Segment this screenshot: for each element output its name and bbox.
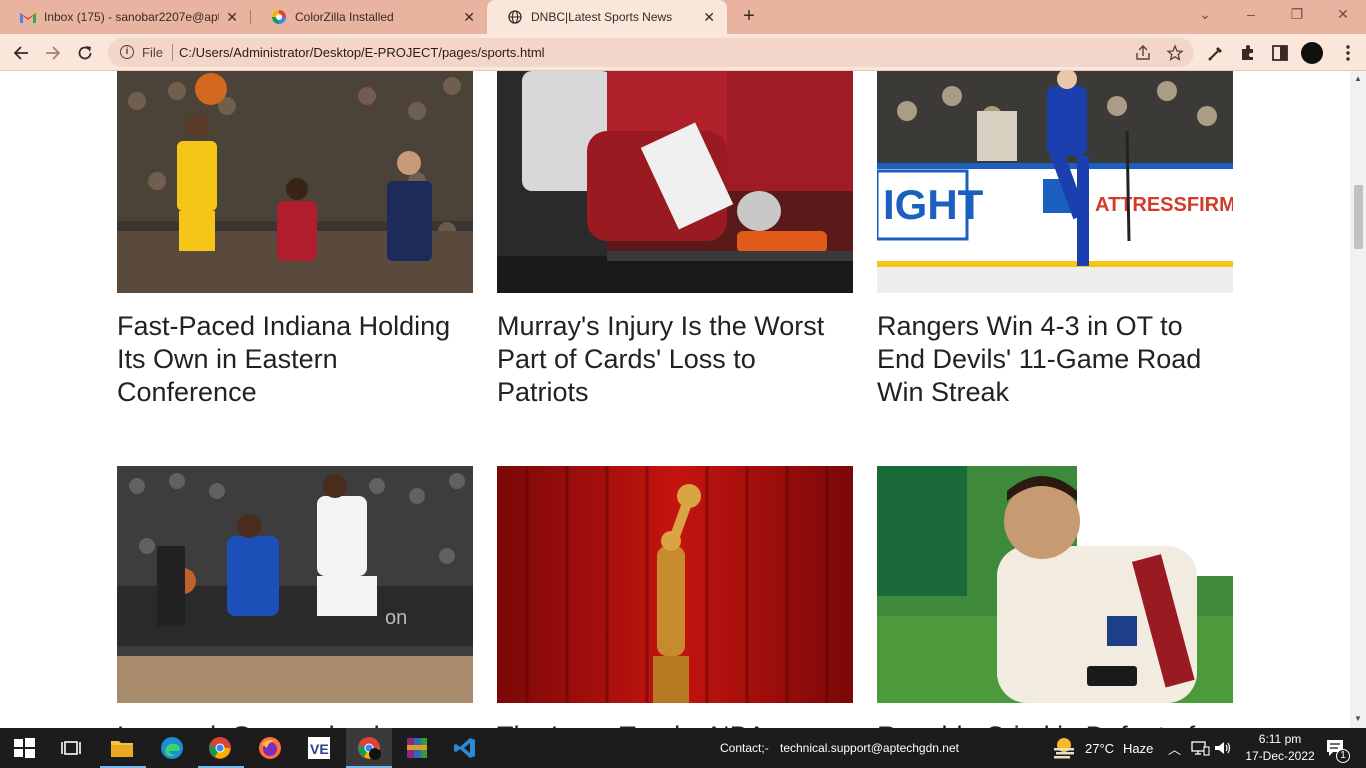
windows-taskbar: VE Contact;- technical.support@aptechgdn…: [0, 728, 1366, 768]
show-hidden-icons-icon[interactable]: ︿: [1168, 739, 1181, 758]
scrollbar-thumb[interactable]: [1354, 185, 1363, 249]
contact-email[interactable]: technical.support@aptechgdn.net: [780, 741, 959, 755]
windows-start-icon[interactable]: [12, 736, 36, 760]
article-card[interactable]: The Larry Trophy NBA: [497, 466, 853, 728]
article-title[interactable]: Rangers Win 4-3 in OT to End Devils' 11-…: [877, 310, 1233, 409]
svg-text:ATTRESSFIRM: ATTRESSFIRM: [1095, 194, 1233, 216]
scroll-up-icon[interactable]: ▲: [1354, 74, 1362, 83]
football-cardinals-injury-photo[interactable]: [497, 71, 853, 293]
notification-count-badge: 1: [1336, 749, 1350, 763]
weather-description[interactable]: Haze: [1123, 741, 1153, 756]
basketball-pacers-wizards-photo[interactable]: [117, 71, 473, 293]
article-card[interactable]: Ronaldo Cried in Defeat of: [877, 466, 1233, 728]
contact-label: Contact;-: [720, 741, 769, 755]
clock-time[interactable]: 6:11 pm: [1250, 732, 1310, 746]
tab-search-icon[interactable]: ⌄: [1195, 6, 1215, 23]
svg-text:VE: VE: [310, 741, 329, 757]
side-panel-icon[interactable]: [1270, 43, 1290, 63]
page-viewport: Fast-Paced Indiana Holding Its Own in Ea…: [0, 71, 1350, 728]
tab-title: Inbox (175) - sanobar2207e@aptech: [44, 10, 219, 24]
eyedropper-icon[interactable]: [1206, 43, 1226, 63]
tab-sports-news[interactable]: DNBC|Latest Sports News ✕: [487, 0, 727, 34]
extensions-puzzle-icon[interactable]: [1238, 43, 1258, 63]
tab-colorzilla[interactable]: ColorZilla Installed ✕: [251, 0, 487, 34]
winrar-icon[interactable]: [405, 736, 429, 760]
tab-title: ColorZilla Installed: [295, 10, 394, 24]
hockey-rangers-celebration-photo[interactable]: IGHT ATTRESSFIRM: [877, 71, 1233, 293]
minimize-icon[interactable]: –: [1241, 6, 1261, 22]
weather-haze-icon[interactable]: [1052, 736, 1076, 760]
new-tab-icon[interactable]: +: [738, 6, 760, 26]
svg-text:on: on: [385, 607, 407, 629]
article-title[interactable]: Murray's Injury Is the Worst Part of Car…: [497, 310, 853, 409]
address-divider: [172, 44, 173, 61]
article-card[interactable]: IGHT ATTRESSFIRM Rangers Win 4-3 in OT t…: [877, 71, 1233, 409]
article-title[interactable]: Leonard, George lead: [117, 720, 473, 728]
article-title[interactable]: The Larry Trophy NBA: [497, 720, 853, 728]
colorzilla-icon: [271, 9, 287, 25]
volume-icon[interactable]: [1213, 738, 1233, 758]
scheme-label: File: [142, 45, 163, 60]
restore-icon[interactable]: ❐: [1287, 6, 1307, 23]
back-icon[interactable]: [10, 42, 32, 64]
tab-title: DNBC|Latest Sports News: [531, 10, 673, 24]
globe-icon: [507, 9, 523, 25]
chrome-colorzilla-icon[interactable]: [357, 736, 381, 760]
menu-kebab-icon[interactable]: [1338, 43, 1358, 63]
vscode-icon[interactable]: [453, 736, 477, 760]
url-text[interactable]: C:/Users/Administrator/Desktop/E-PROJECT…: [179, 45, 545, 60]
forward-icon[interactable]: [42, 42, 64, 64]
svg-text:IGHT: IGHT: [883, 181, 984, 228]
gmail-icon: [20, 9, 36, 25]
edge-icon[interactable]: [160, 736, 184, 760]
browser-toolbar: i File C:/Users/Administrator/Desktop/E-…: [0, 34, 1366, 71]
file-explorer-icon[interactable]: [110, 736, 134, 760]
bookmark-star-icon[interactable]: [1166, 44, 1184, 62]
clock-date[interactable]: 17-Dec-2022: [1240, 749, 1320, 763]
reload-icon[interactable]: [74, 42, 96, 64]
chrome-icon[interactable]: [208, 736, 232, 760]
close-window-icon[interactable]: ✕: [1333, 6, 1353, 23]
weather-temperature[interactable]: 27°C: [1085, 741, 1114, 756]
article-title[interactable]: Ronaldo Cried in Defeat of: [877, 720, 1233, 728]
firefox-icon[interactable]: [258, 736, 282, 760]
article-card[interactable]: Fast-Paced Indiana Holding Its Own in Ea…: [117, 71, 473, 409]
browser-tab-strip: Inbox (175) - sanobar2207e@aptech ✕ Colo…: [0, 0, 1366, 34]
page-scrollbar[interactable]: ▲ ▼: [1350, 71, 1366, 728]
profile-avatar[interactable]: [1300, 41, 1324, 65]
task-view-icon[interactable]: [60, 736, 84, 760]
address-bar[interactable]: i File C:/Users/Administrator/Desktop/E-…: [108, 38, 1194, 67]
nba-trophy-photo[interactable]: [497, 466, 853, 703]
soccer-ronaldo-crying-photo[interactable]: [877, 466, 1233, 703]
basketball-clippers-celtics-photo[interactable]: on: [117, 466, 473, 703]
site-info-icon[interactable]: i: [120, 45, 134, 59]
close-tab-icon[interactable]: ✕: [463, 9, 475, 25]
share-icon[interactable]: [1134, 44, 1152, 62]
article-title[interactable]: Fast-Paced Indiana Holding Its Own in Ea…: [117, 310, 473, 409]
close-tab-icon[interactable]: ✕: [703, 9, 715, 25]
article-card[interactable]: Murray's Injury Is the Worst Part of Car…: [497, 71, 853, 409]
close-tab-icon[interactable]: ✕: [226, 9, 238, 25]
scroll-down-icon[interactable]: ▼: [1354, 714, 1362, 723]
tab-gmail[interactable]: Inbox (175) - sanobar2207e@aptech ✕: [0, 0, 250, 34]
ve-app-icon[interactable]: VE: [307, 736, 331, 760]
network-icon[interactable]: [1190, 738, 1210, 758]
article-card[interactable]: on Leonard, George lead: [117, 466, 473, 728]
